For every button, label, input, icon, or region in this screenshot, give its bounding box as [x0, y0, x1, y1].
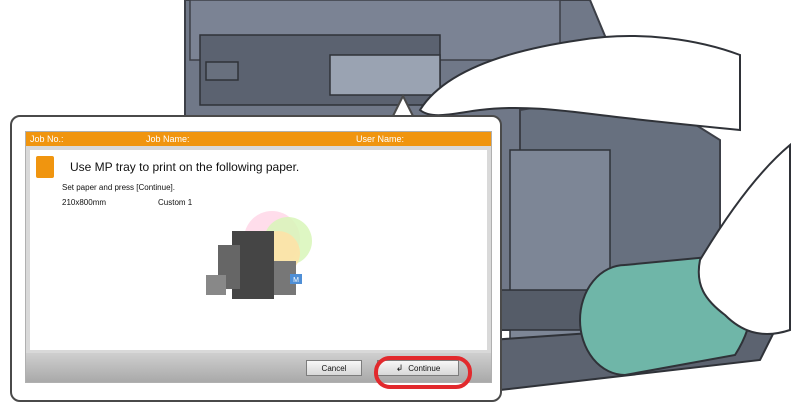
- message-area: Use MP tray to print on the following pa…: [30, 150, 487, 350]
- paper-size-value: 210x800mm: [62, 198, 107, 207]
- job-number-label: Job No.:: [30, 134, 64, 144]
- message-instruction: Set paper and press [Continue].: [62, 183, 175, 192]
- paper-type-value: Custom 1: [158, 198, 193, 207]
- cancel-label: Cancel: [321, 363, 347, 373]
- operation-panel-screen: Job No.: Job Name: User Name: Use MP tra…: [25, 131, 492, 383]
- cancel-button[interactable]: Cancel: [306, 360, 362, 376]
- printer-illustration: M: [206, 211, 312, 299]
- callout-pointer: [391, 93, 415, 117]
- mp-tray-icon: [36, 156, 54, 178]
- job-name-label: Job Name:: [146, 134, 190, 144]
- message-title: Use MP tray to print on the following pa…: [70, 160, 300, 174]
- screen: Job No.: Job Name: User Name: Use MP tra…: [0, 0, 798, 406]
- continue-highlight-circle: [374, 356, 472, 389]
- printer-badge: M: [293, 277, 299, 284]
- job-info-header: Job No.: Job Name: User Name:: [26, 132, 491, 146]
- user-name-label: User Name:: [356, 134, 405, 144]
